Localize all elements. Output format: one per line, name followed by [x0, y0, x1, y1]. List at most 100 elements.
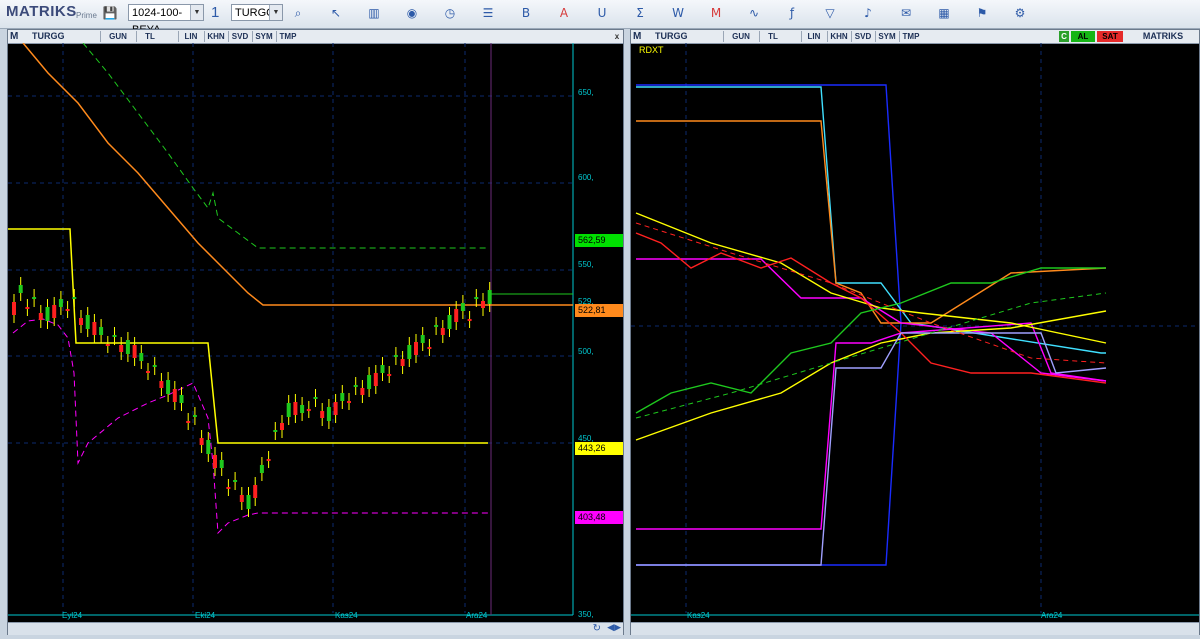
price-tag: 443,26 — [575, 442, 623, 455]
candle-body — [92, 322, 97, 335]
pane-button-gun[interactable]: GUN — [723, 31, 758, 42]
indicator-line — [636, 120, 1107, 324]
candle-body — [132, 345, 137, 358]
pane-button-tmp[interactable]: TMP — [899, 31, 922, 42]
app-logo: MATRIKS — [6, 3, 77, 20]
c-button[interactable]: C — [1059, 31, 1069, 42]
candle-body — [474, 297, 479, 299]
scroll-arrows-icon[interactable]: ◀▶ — [607, 623, 621, 633]
chart-icon[interactable]: ▥ — [366, 5, 382, 21]
pane-button-sym[interactable]: SYM — [875, 31, 898, 42]
pane-button-tl[interactable]: TL — [136, 31, 163, 42]
candle-body — [414, 342, 418, 355]
candle-body — [300, 405, 305, 413]
price-tag: 562,59 — [575, 234, 623, 247]
pane-menu-m[interactable]: M — [10, 30, 18, 43]
workspace-select[interactable]: 1024-100-BEYA▼ — [128, 4, 204, 36]
pane-button-gun[interactable]: GUN — [100, 31, 135, 42]
pane-button-tl[interactable]: TL — [759, 31, 786, 42]
candle-body — [340, 393, 345, 401]
buy-button[interactable]: AL — [1071, 31, 1095, 42]
formula-icon[interactable]: Σ — [632, 5, 648, 21]
indicator-line — [636, 86, 1106, 354]
pane-button-khn[interactable]: KHN — [204, 31, 227, 42]
wp-icon[interactable]: W — [670, 5, 686, 21]
candle-body — [226, 487, 231, 489]
candle-body — [259, 465, 264, 473]
candle-body — [159, 381, 164, 388]
u-icon[interactable]: U — [594, 5, 610, 21]
symbol-input[interactable]: TURGG ▼ — [231, 4, 283, 21]
candle-body — [239, 495, 244, 502]
candle-body — [434, 325, 439, 327]
pane-button-lin[interactable]: LIN — [801, 31, 826, 42]
candle-body — [12, 302, 16, 315]
candle-body — [420, 335, 425, 343]
bell-icon[interactable]: ♪ — [860, 5, 876, 21]
candle-body — [206, 440, 211, 454]
calc-icon[interactable]: ▦ — [936, 5, 952, 21]
candle-body — [72, 297, 77, 299]
x-date-label: Eki24 — [195, 611, 216, 620]
price-chart[interactable] — [8, 43, 623, 623]
right-scrollbar[interactable] — [631, 622, 1199, 635]
indicator-chart[interactable] — [631, 43, 1199, 623]
candle-body — [52, 305, 57, 318]
y-tick-label: 600, — [578, 173, 594, 182]
pane-button-svd[interactable]: SVD — [228, 31, 251, 42]
left-pane-header: M TURGG GUN TL LIN KHN SVD SYM TMP x — [8, 30, 623, 44]
pane-button-svd[interactable]: SVD — [851, 31, 874, 42]
refresh-icon[interactable]: ↻ — [593, 623, 601, 634]
pane-button-khn[interactable]: KHN — [827, 31, 850, 42]
candle-body — [373, 373, 378, 386]
indicator-pane[interactable]: M TURGG GUN TL LIN KHN SVD SYM TMP C AL SAT MA… — [630, 29, 1200, 635]
a-icon[interactable]: A — [556, 5, 572, 21]
candle-body — [447, 315, 452, 329]
chevron-down-icon[interactable]: ▼ — [269, 5, 282, 20]
chevron-down-icon[interactable]: ▼ — [190, 5, 203, 20]
m-icon[interactable]: M — [708, 5, 724, 21]
candle-body — [326, 407, 331, 421]
fx-icon[interactable]: ƒ — [784, 5, 800, 21]
indicator-line — [635, 310, 1107, 441]
candle-body — [152, 365, 157, 367]
pane-button-lin[interactable]: LIN — [178, 31, 203, 42]
candle-body — [219, 460, 224, 468]
candle-body — [380, 365, 385, 373]
pane-button-sym[interactable]: SYM — [252, 31, 275, 42]
pane-symbol: TURGG — [32, 31, 65, 41]
indicator-line — [636, 84, 902, 566]
layout-number[interactable]: 1 — [208, 4, 228, 21]
pane-symbol: TURGG — [655, 31, 688, 41]
pane-menu-m[interactable]: M — [633, 30, 641, 43]
indicator-name: RDXT — [639, 45, 664, 55]
candle-body — [38, 313, 43, 320]
candle-body — [393, 355, 398, 357]
candle-body — [105, 344, 110, 346]
b-icon[interactable]: B — [518, 5, 534, 21]
flag-icon[interactable]: ⚑ — [974, 5, 990, 21]
line-chart-icon[interactable]: ∿ — [746, 5, 762, 21]
candle-body — [213, 455, 217, 468]
y-tick-label: 650, — [578, 88, 594, 97]
bars-icon[interactable]: ☰ — [480, 5, 496, 21]
mail-icon[interactable]: ✉ — [898, 5, 914, 21]
save-icon[interactable]: 💾 — [102, 5, 118, 21]
candle-body — [179, 395, 184, 403]
price-chart-pane[interactable]: M TURGG GUN TL LIN KHN SVD SYM TMP x 650, 600, 5… — [7, 29, 624, 635]
candle-body — [146, 371, 150, 373]
candle-body — [347, 401, 351, 403]
candle-body — [313, 397, 318, 399]
pane-button-tmp[interactable]: TMP — [276, 31, 299, 42]
close-icon[interactable]: x — [612, 31, 622, 42]
candle-body — [199, 438, 204, 445]
candle-body — [333, 402, 338, 415]
filter-icon[interactable]: ▽ — [822, 5, 838, 21]
search-icon[interactable]: ⌕ — [290, 5, 306, 21]
clock-icon[interactable]: ◷ — [442, 5, 458, 21]
sell-button[interactable]: SAT — [1097, 31, 1123, 42]
globe-icon[interactable]: ◉ — [404, 5, 420, 21]
cursor-icon[interactable]: ↖ — [328, 5, 344, 21]
settings-icon[interactable]: ⚙ — [1012, 5, 1028, 21]
left-scrollbar[interactable]: ↻ ◀▶ — [8, 622, 623, 635]
